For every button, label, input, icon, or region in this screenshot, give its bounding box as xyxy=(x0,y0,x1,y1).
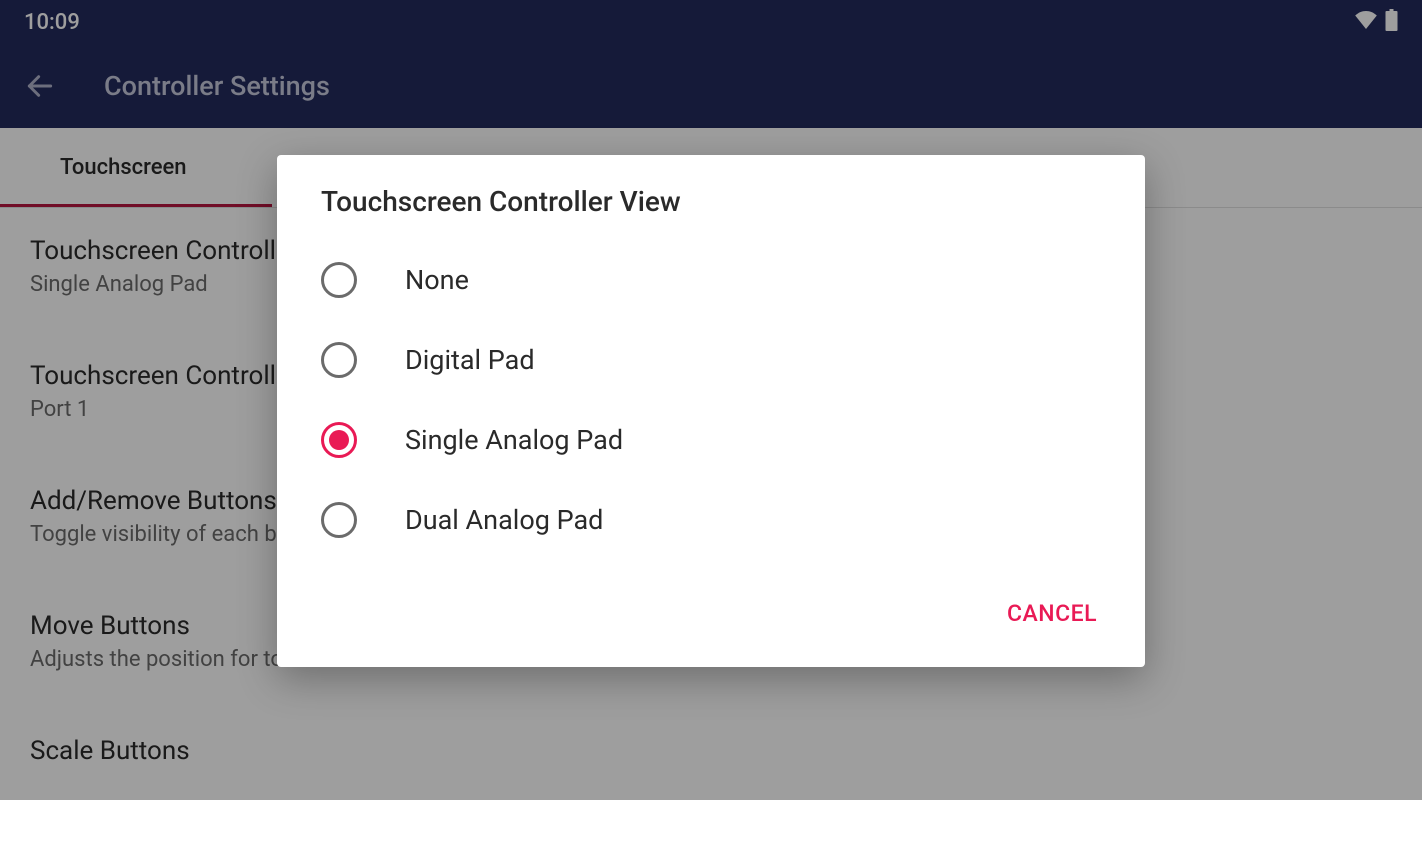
dialog-title: Touchscreen Controller View xyxy=(277,185,1145,232)
dialog-controller-view: Touchscreen Controller View None Digital… xyxy=(277,155,1145,667)
radio-label: Digital Pad xyxy=(405,344,535,376)
radio-inner-dot xyxy=(329,430,349,450)
radio-icon xyxy=(321,262,357,298)
radio-icon-selected xyxy=(321,422,357,458)
radio-icon xyxy=(321,342,357,378)
radio-label: Dual Analog Pad xyxy=(405,504,603,536)
radio-label: None xyxy=(405,264,469,296)
radio-option-digital-pad[interactable]: Digital Pad xyxy=(277,320,1145,400)
radio-list: None Digital Pad Single Analog Pad Dual … xyxy=(277,232,1145,568)
dialog-actions: CANCEL xyxy=(277,568,1145,647)
radio-label: Single Analog Pad xyxy=(405,424,623,456)
radio-option-single-analog-pad[interactable]: Single Analog Pad xyxy=(277,400,1145,480)
radio-icon xyxy=(321,502,357,538)
radio-option-none[interactable]: None xyxy=(277,240,1145,320)
radio-option-dual-analog-pad[interactable]: Dual Analog Pad xyxy=(277,480,1145,560)
cancel-button[interactable]: CANCEL xyxy=(1003,592,1101,635)
